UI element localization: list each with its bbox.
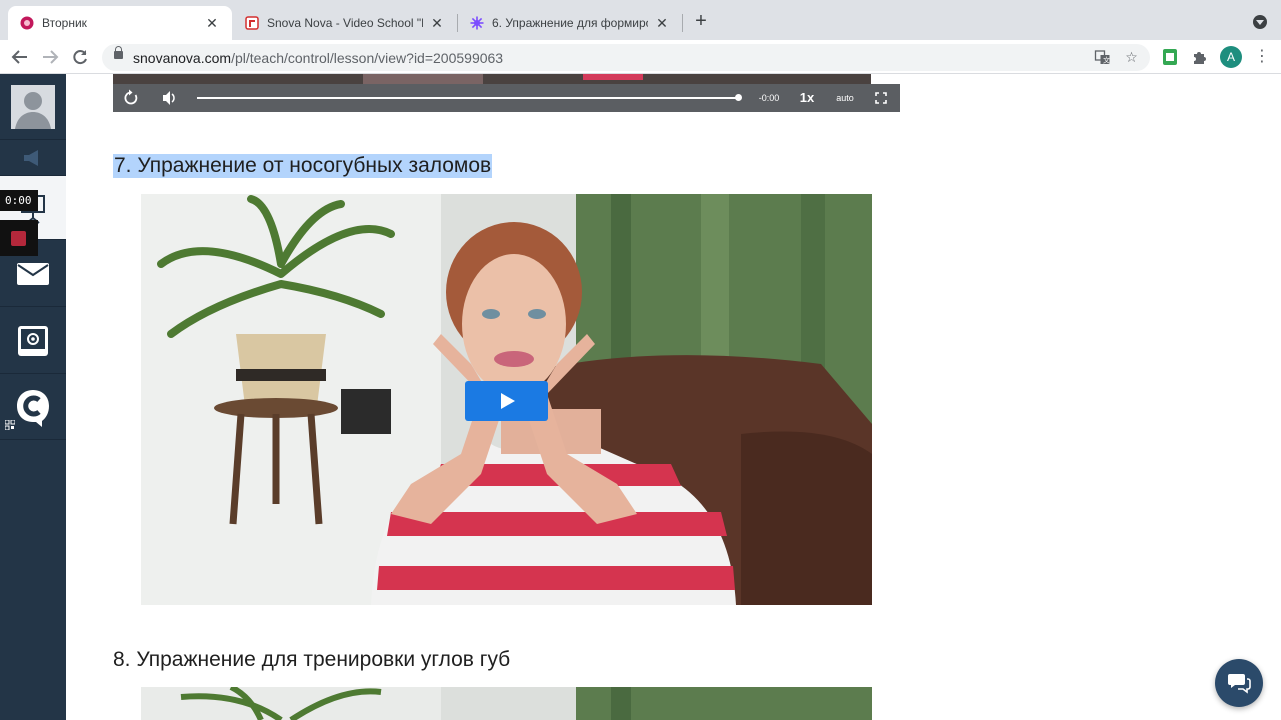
tab-close-icon[interactable]: ✕ xyxy=(654,15,670,32)
tab-favicon-icon xyxy=(470,16,484,30)
tab-favicon-icon xyxy=(20,16,34,30)
new-tab-button[interactable]: + xyxy=(690,10,712,32)
sidebar-item-announcements[interactable] xyxy=(0,140,66,176)
reload-icon[interactable] xyxy=(69,46,91,68)
sidebar-item-profile[interactable] xyxy=(0,74,66,140)
tab-title: 6. Упражнение для формиров xyxy=(492,16,648,30)
volume-icon[interactable] xyxy=(159,84,179,112)
browser-toolbar: snovanova.com/pl/teach/control/lesson/vi… xyxy=(0,40,1281,74)
tab-close-icon[interactable]: ✕ xyxy=(204,15,220,32)
gear-monitor-icon xyxy=(18,326,48,356)
replay-icon[interactable] xyxy=(121,84,141,112)
quality-button[interactable]: auto xyxy=(831,84,859,112)
sidebar-item-settings[interactable] xyxy=(0,307,66,374)
chat-bubble-icon xyxy=(1228,674,1251,694)
video-control-bar: -0:00 1x auto xyxy=(113,84,900,112)
back-arrow-icon[interactable] xyxy=(9,46,31,68)
fullscreen-icon[interactable] xyxy=(871,84,891,112)
megaphone-icon xyxy=(24,150,38,166)
recorder-stop-button[interactable] xyxy=(0,220,38,256)
time-remaining: -0:00 xyxy=(758,93,780,103)
tab-favicon-icon xyxy=(245,16,259,30)
address-bar[interactable]: snovanova.com/pl/teach/control/lesson/vi… xyxy=(102,44,1150,71)
seek-handle[interactable] xyxy=(735,94,742,101)
url-text: snovanova.com/pl/teach/control/lesson/vi… xyxy=(133,50,504,66)
section-heading-8: 8. Упражнение для тренировки углов губ xyxy=(113,648,511,671)
tab-title: Snova Nova - Video School "El xyxy=(267,16,423,30)
tab-exercise-6[interactable]: 6. Упражнение для формиров ✕ xyxy=(458,6,682,40)
section-heading-7: 7. Упражнение от носогубных заломов xyxy=(113,154,493,178)
tab-search-icon[interactable] xyxy=(1253,15,1267,29)
lock-icon xyxy=(114,46,123,59)
translate-icon[interactable]: 文 xyxy=(1094,49,1111,66)
tab-close-icon[interactable]: ✕ xyxy=(429,15,445,32)
tab-vtornik[interactable]: Вторник ✕ xyxy=(8,6,232,40)
c-logo-icon xyxy=(17,390,49,427)
extension-green-icon[interactable] xyxy=(1161,48,1179,66)
mail-icon xyxy=(17,263,49,285)
svg-text:文: 文 xyxy=(1103,56,1110,65)
video-play-button[interactable] xyxy=(465,381,548,421)
seek-bar[interactable] xyxy=(197,97,738,99)
sidebar-item-brand[interactable] xyxy=(0,374,66,440)
browser-menu-icon[interactable]: ⋮ xyxy=(1254,47,1270,67)
browser-tab-bar: Вторник ✕ Snova Nova - Video School "El … xyxy=(0,0,1281,40)
chat-widget-button[interactable] xyxy=(1215,659,1263,707)
recorder-timer: 0:00 xyxy=(0,190,38,211)
exercise-video-8[interactable] xyxy=(141,687,872,720)
bookmark-star-icon[interactable]: ☆ xyxy=(1123,49,1140,66)
forward-arrow-icon[interactable] xyxy=(39,46,61,68)
extensions-puzzle-icon[interactable] xyxy=(1191,48,1209,66)
tab-snova-nova[interactable]: Snova Nova - Video School "El ✕ xyxy=(233,6,457,40)
user-avatar-icon xyxy=(11,85,55,129)
left-sidebar xyxy=(0,74,66,720)
stop-icon xyxy=(11,231,26,246)
tab-title: Вторник xyxy=(42,16,87,30)
profile-avatar[interactable]: A xyxy=(1220,46,1242,68)
qr-code-icon xyxy=(5,420,15,430)
playback-speed-button[interactable]: 1x xyxy=(795,84,819,112)
tab-divider xyxy=(682,14,683,32)
